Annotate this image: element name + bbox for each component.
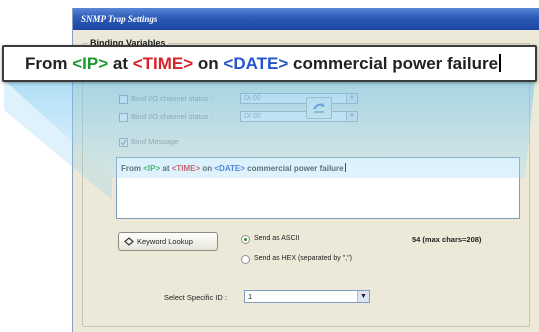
select-id-label: Select Specific ID : (164, 293, 227, 302)
select-id-dropdown[interactable]: 1 ▼ (244, 290, 370, 303)
io-channel-value-2: DI 00 (244, 113, 261, 120)
bind-io-status-label-2: Bind I/O channel status : (131, 112, 213, 121)
keyword-lookup-icon (124, 237, 134, 246)
send-ascii-radio[interactable] (241, 235, 250, 244)
bind-io-status-checkbox-1[interactable] (119, 95, 128, 104)
zoom-token-ip: <IP> (72, 54, 109, 73)
message-token-ip: <IP> (143, 164, 161, 173)
message-token-date: <DATE> (214, 164, 245, 173)
message-part: From (121, 164, 144, 173)
io-channel-select-1[interactable]: DI 00 ▼ (240, 93, 358, 104)
zoom-part: commercial power failure (288, 54, 499, 73)
zoom-token-date: <DATE> (223, 54, 289, 73)
io-channel-value-1: DI 00 (244, 95, 261, 102)
keyword-lookup-button[interactable]: Keyword Lookup (118, 232, 218, 251)
io-channel-select-2[interactable]: DI 00 ▼ (240, 111, 358, 122)
text-caret (344, 163, 346, 172)
bind-message-checkbox[interactable] (119, 138, 128, 147)
dropdown-arrow-icon: ▼ (346, 112, 357, 121)
text-caret (499, 54, 502, 72)
keyword-lookup-label: Keyword Lookup (137, 237, 193, 246)
message-token-time: <TIME> (171, 164, 201, 173)
refresh-button[interactable] (306, 97, 332, 119)
message-textarea[interactable]: From <IP> at <TIME> on <DATE> commercial… (116, 157, 520, 219)
zoom-part: on (193, 54, 224, 73)
select-id-value: 1 (248, 292, 253, 301)
message-part: at (160, 164, 172, 173)
send-hex-label: Send as HEX (separated by ",") (254, 255, 352, 262)
screenshot-stage: SNMP Trap Settings Binding Variables Bin… (0, 0, 539, 332)
message-part: on (200, 164, 215, 173)
zoom-token-time: <TIME> (132, 54, 194, 73)
send-hex-radio[interactable] (241, 255, 250, 264)
zoom-part: From (25, 54, 73, 73)
bind-io-status-label-1: Bind I/O channel status : (131, 94, 213, 103)
zoomed-message-callout: From <IP> at <TIME> on <DATE> commercial… (2, 45, 537, 82)
refresh-icon (313, 103, 325, 113)
send-ascii-label: Send as ASCII (254, 235, 300, 242)
dropdown-arrow-icon: ▼ (346, 94, 357, 103)
check-icon (120, 139, 127, 146)
message-part: commercial power failure (244, 164, 344, 173)
zoomed-message-text: From <IP> at <TIME> on <DATE> commercial… (25, 54, 502, 74)
char-count: 54 (max chars=208) (412, 235, 482, 244)
bind-io-status-checkbox-2[interactable] (119, 113, 128, 122)
zoom-part: at (108, 54, 133, 73)
bind-message-label: Bind Message (131, 137, 179, 146)
window-title: SNMP Trap Settings (73, 8, 539, 30)
dropdown-arrow-icon: ▼ (357, 291, 369, 302)
